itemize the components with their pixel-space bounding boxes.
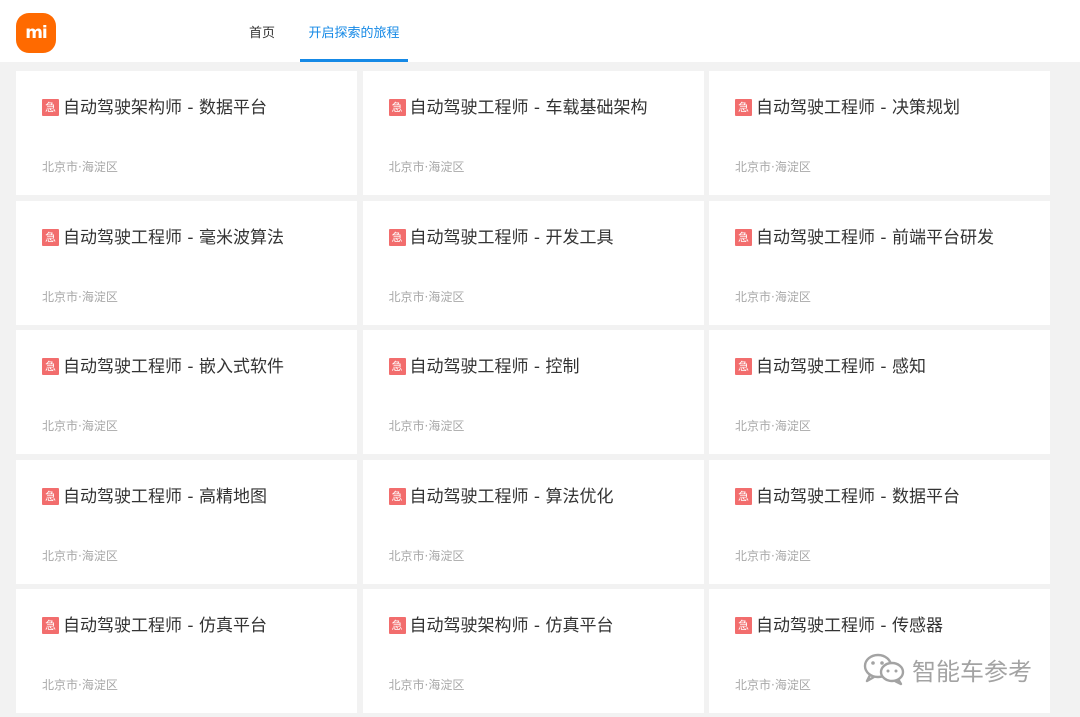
job-location: 北京市·海淀区: [735, 160, 811, 174]
job-location: 北京市·海淀区: [42, 548, 118, 563]
job-location: 北京市·海淀区: [735, 289, 811, 304]
nav-explore-journey-tab[interactable]: 开启探索的旅程: [300, 0, 408, 62]
job-location: 北京市·海淀区: [388, 678, 465, 692]
urgent-badge: 急: [388, 99, 406, 116]
wechat-icon: [863, 653, 905, 686]
job-title: 急自动驾驶工程师 - 仿真平台: [42, 614, 312, 638]
mi-logo[interactable]: mi: [16, 13, 56, 53]
urgent-badge: 急: [42, 617, 59, 634]
job-card[interactable]: 急自动驾驶架构师 - 数据平台 北京市·海淀区: [16, 71, 357, 195]
job-title: 急自动驾驶工程师 - 数据平台: [735, 485, 1005, 509]
job-location: 北京市·海淀区: [388, 160, 465, 174]
nav-home-tab[interactable]: 首页: [236, 0, 288, 62]
job-location: 北京市·海淀区: [388, 419, 465, 433]
job-title-text: 自动驾驶工程师 - 前端平台研发: [756, 227, 994, 248]
job-card[interactable]: 急自动驾驶工程师 - 感知 北京市·海淀区: [709, 330, 1050, 454]
job-location: 北京市·海淀区: [42, 289, 118, 304]
mi-logo-text: mi: [25, 22, 48, 43]
urgent-badge: 急: [42, 228, 59, 246]
top-navigation-bar: mi 首页 开启探索的旅程: [0, 0, 1080, 62]
job-title: 急自动驾驶架构师 - 仿真平台: [388, 614, 659, 638]
job-title: 急自动驾驶工程师 - 感知: [735, 355, 1005, 379]
watermark-text: 智能车参考: [912, 657, 1032, 686]
job-title-text: 自动驾驶工程师 - 仿真平台: [63, 616, 267, 636]
active-tab-indicator: [300, 59, 408, 62]
job-title: 急自动驾驶工程师 - 车载基础架构: [388, 96, 659, 120]
job-card[interactable]: 急自动驾驶工程师 - 毫米波算法 北京市·海淀区: [16, 200, 357, 325]
job-title-text: 自动驾驶工程师 - 嵌入式软件: [63, 357, 284, 377]
job-card[interactable]: 急自动驾驶工程师 - 前端平台研发 北京市·海淀区: [709, 200, 1050, 325]
job-card[interactable]: 急自动驾驶工程师 - 数据平台 北京市·海淀区: [709, 459, 1050, 584]
job-card[interactable]: 急自动驾驶工程师 - 算法优化 北京市·海淀区: [362, 459, 704, 584]
job-location: 北京市·海淀区: [42, 678, 118, 692]
job-title-text: 自动驾驶工程师 - 控制: [409, 357, 580, 377]
job-title: 急自动驾驶架构师 - 数据平台: [42, 96, 312, 120]
urgent-badge: 急: [735, 99, 752, 116]
job-location: 北京市·海淀区: [42, 160, 118, 174]
job-title-text: 自动驾驶工程师 - 感知: [756, 357, 926, 377]
job-card[interactable]: 急自动驾驶工程师 - 车载基础架构 北京市·海淀区: [362, 71, 704, 195]
job-title: 急自动驾驶工程师 - 高精地图: [42, 485, 312, 509]
watermark: 智能车参考: [862, 651, 1032, 687]
job-card[interactable]: 急自动驾驶工程师 - 控制 北京市·海淀区: [362, 330, 704, 454]
urgent-badge: 急: [42, 99, 59, 116]
job-title-text: 自动驾驶工程师 - 开发工具: [409, 227, 614, 248]
job-title-text: 自动驾驶工程师 - 车载基础架构: [409, 98, 648, 118]
job-card[interactable]: 急自动驾驶工程师 - 高精地图 北京市·海淀区: [16, 459, 357, 584]
job-title: 急自动驾驶工程师 - 前端平台研发: [735, 226, 1005, 250]
job-title: 急自动驾驶工程师 - 决策规划: [735, 96, 1005, 120]
urgent-badge: 急: [735, 487, 752, 505]
urgent-badge: 急: [388, 358, 406, 375]
job-location: 北京市·海淀区: [735, 419, 811, 433]
urgent-badge: 急: [42, 358, 59, 375]
job-title: 急自动驾驶工程师 - 嵌入式软件: [42, 355, 312, 379]
urgent-badge: 急: [388, 228, 406, 246]
job-location: 北京市·海淀区: [388, 548, 465, 563]
job-card[interactable]: 急自动驾驶工程师 - 决策规划 北京市·海淀区: [709, 71, 1050, 195]
urgent-badge: 急: [735, 228, 752, 246]
job-card[interactable]: 急自动驾驶工程师 - 开发工具 北京市·海淀区: [362, 200, 704, 325]
job-title-text: 自动驾驶工程师 - 算法优化: [409, 486, 614, 507]
job-location: 北京市·海淀区: [42, 419, 118, 433]
job-title: 急自动驾驶工程师 - 开发工具: [388, 226, 659, 250]
job-card[interactable]: 急自动驾驶工程师 - 仿真平台 北京市·海淀区: [16, 589, 357, 713]
urgent-badge: 急: [735, 617, 752, 634]
job-title-text: 自动驾驶工程师 - 毫米波算法: [63, 227, 284, 248]
job-title: 急自动驾驶工程师 - 控制: [388, 355, 659, 379]
job-card[interactable]: 急自动驾驶工程师 - 嵌入式软件 北京市·海淀区: [16, 330, 357, 454]
job-location: 北京市·海淀区: [735, 678, 811, 692]
job-location: 北京市·海淀区: [388, 289, 465, 304]
job-title: 急自动驾驶工程师 - 算法优化: [388, 485, 659, 509]
job-title-text: 自动驾驶工程师 - 高精地图: [63, 486, 267, 507]
job-card[interactable]: 急自动驾驶架构师 - 仿真平台 北京市·海淀区: [362, 589, 704, 713]
urgent-badge: 急: [388, 617, 406, 634]
job-title-text: 自动驾驶工程师 - 数据平台: [756, 486, 960, 507]
job-title-text: 自动驾驶工程师 - 决策规划: [756, 98, 960, 118]
job-card-grid: 急自动驾驶架构师 - 数据平台 北京市·海淀区 急自动驾驶工程师 - 车载基础架…: [16, 71, 1050, 713]
job-title-text: 自动驾驶工程师 - 传感器: [756, 616, 943, 636]
job-title: 急自动驾驶工程师 - 毫米波算法: [42, 226, 312, 250]
job-title-text: 自动驾驶架构师 - 数据平台: [63, 98, 267, 118]
urgent-badge: 急: [735, 358, 752, 375]
job-title-text: 自动驾驶架构师 - 仿真平台: [409, 616, 614, 636]
job-location: 北京市·海淀区: [735, 548, 811, 563]
job-title: 急自动驾驶工程师 - 传感器: [735, 614, 1005, 638]
urgent-badge: 急: [42, 487, 59, 505]
urgent-badge: 急: [388, 487, 406, 505]
